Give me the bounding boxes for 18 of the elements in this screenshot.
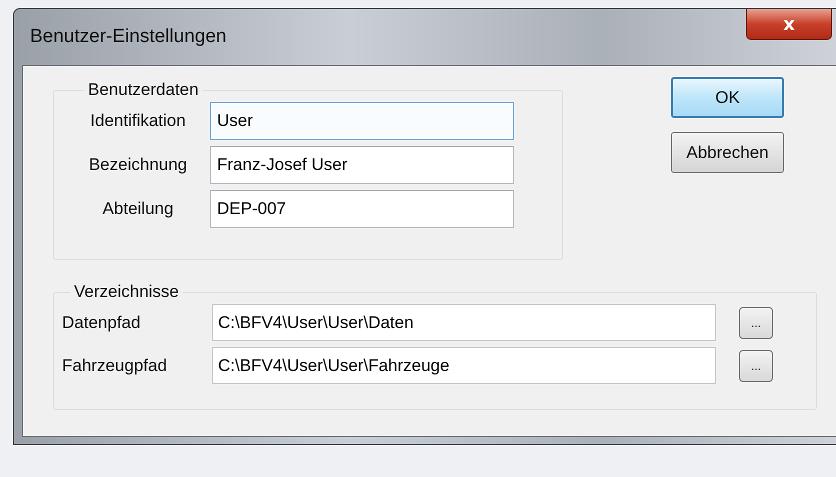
dialog-button[interactable]: OK [671, 77, 784, 118]
input-field[interactable]: Franz-Josef User [210, 146, 514, 184]
field-label: Bezeichnung [88, 155, 188, 175]
field-label: Abteilung [102, 199, 174, 219]
field-label: Fahrzeugpfad [62, 356, 168, 376]
window-title: Benutzer-Einstellungen [30, 26, 226, 48]
input-field[interactable]: User [210, 102, 514, 140]
input-field[interactable]: DEP-007 [210, 190, 514, 228]
field-label: Identifikation [89, 111, 187, 131]
browse-button[interactable]: ... [739, 306, 773, 338]
browse-button[interactable]: ... [739, 350, 773, 382]
field-label: Datenpfad [62, 312, 142, 332]
group-title: Verzeichnisse [73, 282, 180, 302]
path-field[interactable]: C:\BFV4\User\User\Daten [212, 304, 716, 341]
close-button[interactable]: x [746, 9, 832, 40]
path-field[interactable]: C:\BFV4\User\User\Fahrzeuge [212, 347, 716, 384]
group-title: Benutzerdaten [87, 80, 200, 100]
dialog-button[interactable]: Abbrechen [671, 132, 784, 173]
